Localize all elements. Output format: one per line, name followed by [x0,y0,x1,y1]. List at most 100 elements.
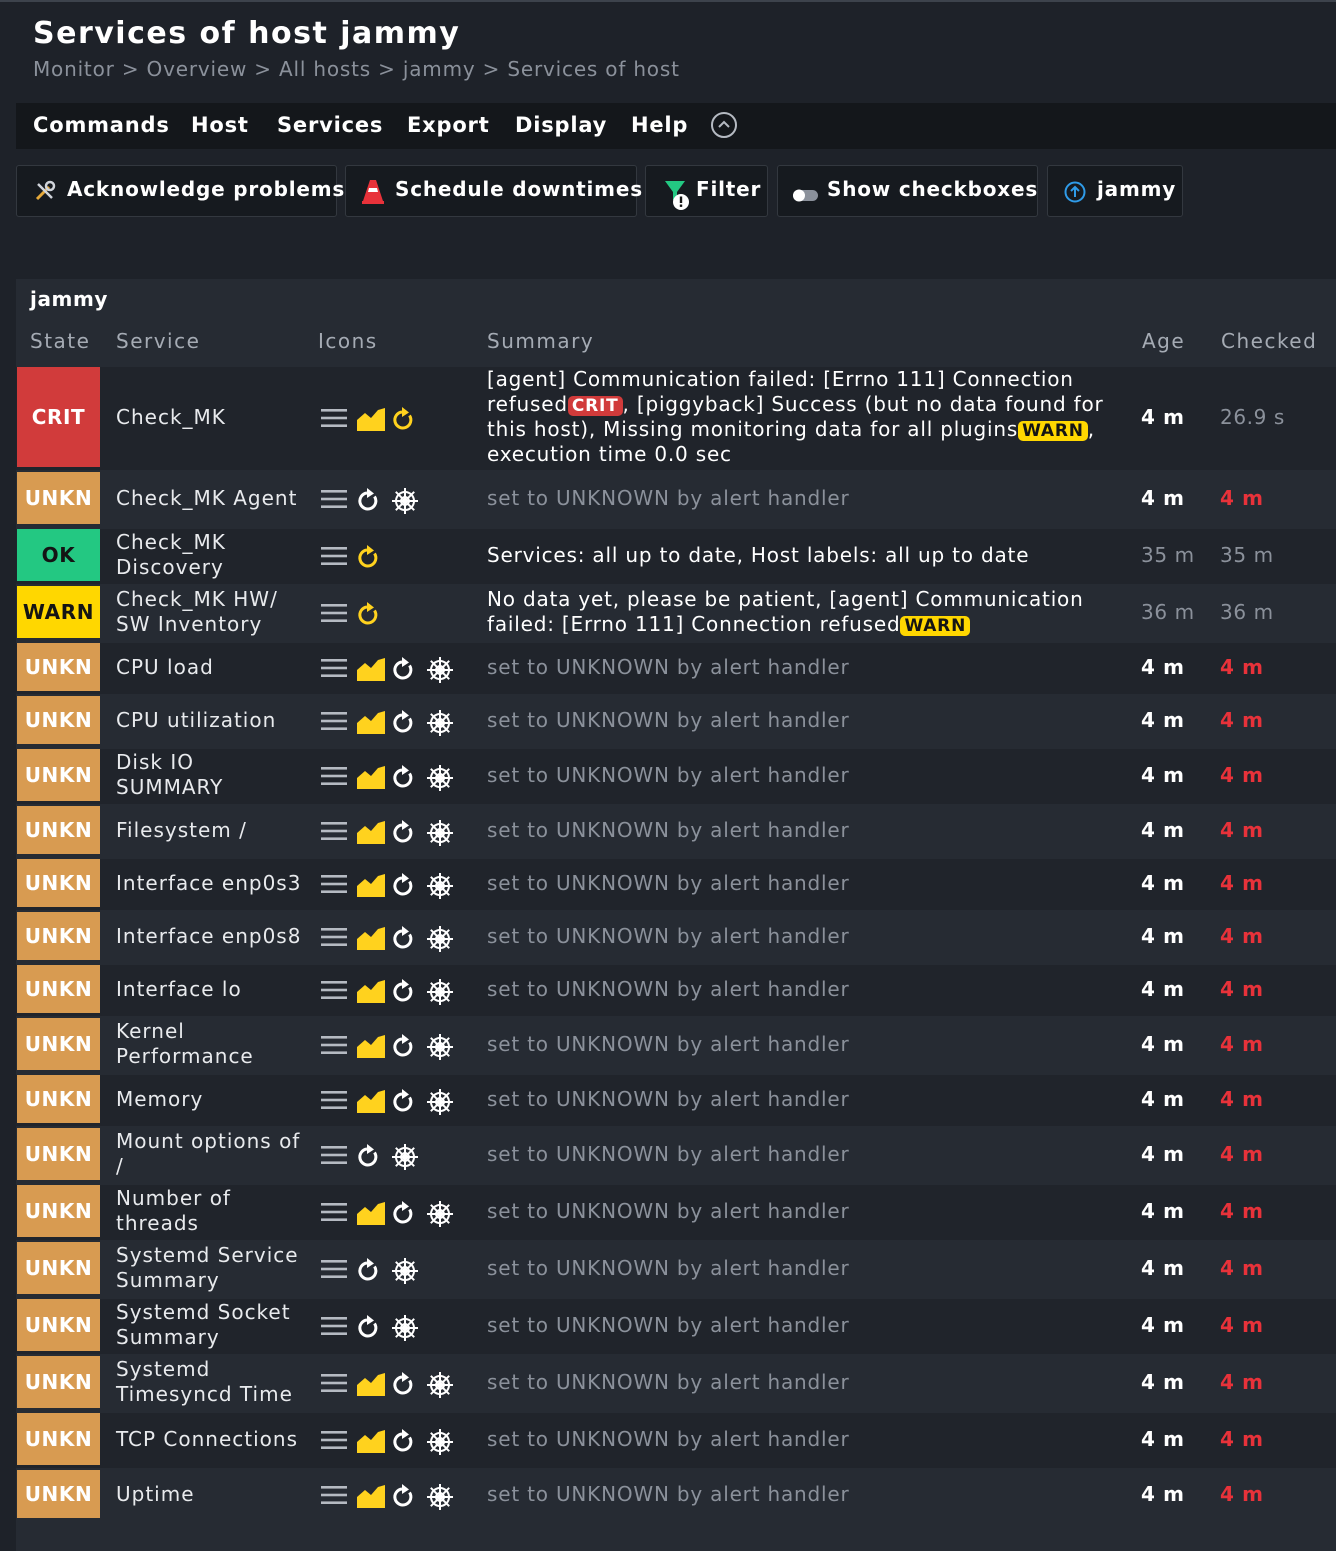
perfgraph-icon[interactable] [356,978,386,1008]
service-name[interactable]: Systemd Socket Summary [116,1300,306,1350]
service-name[interactable]: Interface enp0s8 [116,924,306,949]
reschedule-icon[interactable] [391,1033,415,1063]
menu-icon[interactable] [320,1371,348,1399]
service-name[interactable]: TCP Connections [116,1427,306,1452]
perfgraph-icon[interactable] [356,709,386,739]
reschedule-icon[interactable] [391,406,415,436]
menu-icon[interactable] [320,1257,348,1285]
perfgraph-icon[interactable] [356,1088,386,1118]
schedule-downtimes-button[interactable]: Schedule downtimes [345,165,642,217]
reschedule-icon[interactable] [391,709,415,739]
reschedule-icon[interactable] [356,487,380,517]
table-row[interactable]: UNKN Systemd Timesyncd Time set to UNKNOWN… [16,1356,1336,1411]
table-row[interactable]: UNKN Mount options of / set to UNKNOWN by … [16,1128,1336,1183]
perfgraph-icon[interactable] [356,925,386,955]
header-checked[interactable]: Checked [1221,329,1317,353]
perfgraph-icon[interactable] [356,819,386,849]
perfgraph-icon[interactable] [356,656,386,686]
menu-export[interactable]: Export [407,103,490,149]
perfgraph-icon[interactable] [356,406,386,436]
service-name[interactable]: Systemd Service Summary [116,1243,306,1293]
menu-icon[interactable] [320,1428,348,1456]
table-row[interactable]: UNKN CPU load set to UNKNOWN by alert hand… [16,643,1336,694]
table-row[interactable]: WARN Check_MK HW/ SW Inventory No data yet… [16,586,1336,641]
menu-services[interactable]: Services [277,103,383,149]
menu-icon[interactable] [320,819,348,847]
reschedule-icon[interactable] [391,819,415,849]
service-name[interactable]: Mount options of / [116,1129,306,1179]
table-row[interactable]: UNKN Disk IO SUMMARY set to UNKNOWN by ale… [16,749,1336,804]
host-group-title[interactable]: jammy [30,287,108,311]
menu-icon[interactable] [320,978,348,1006]
service-name[interactable]: CPU utilization [116,708,306,733]
table-row[interactable]: UNKN CPU utilization set to UNKNOWN by ale… [16,696,1336,747]
menu-icon[interactable] [320,1483,348,1511]
filter-button[interactable]: Filter [645,165,768,217]
perfgraph-icon[interactable] [356,1428,386,1458]
service-name[interactable]: CPU load [116,655,306,680]
menu-icon[interactable] [320,1143,348,1171]
table-row[interactable]: UNKN Interface enp0s3 set to UNKNOWN by al… [16,859,1336,910]
reschedule-icon[interactable] [356,1257,380,1287]
header-age[interactable]: Age [1142,329,1185,353]
reschedule-icon[interactable] [391,764,415,794]
service-name[interactable]: Number of threads [116,1186,306,1236]
header-service[interactable]: Service [116,329,200,353]
show-checkboxes-button[interactable]: Show checkboxes [777,165,1038,217]
reschedule-icon[interactable] [356,1143,380,1173]
header-summary[interactable]: Summary [487,329,594,353]
perfgraph-icon[interactable] [356,764,386,794]
reschedule-icon[interactable] [391,1371,415,1401]
table-row[interactable]: UNKN TCP Connections set to UNKNOWN by ale… [16,1413,1336,1468]
perfgraph-icon[interactable] [356,1371,386,1401]
acknowledge-problems-button[interactable]: Acknowledge problems [16,165,344,217]
service-name[interactable]: Interface enp0s3 [116,871,306,896]
table-row[interactable]: UNKN Uptime set to UNKNOWN by alert handle… [16,1470,1336,1521]
table-row[interactable]: UNKN Memory set to UNKNOWN by alert handle… [16,1075,1336,1126]
service-name[interactable]: Kernel Performance [116,1019,306,1069]
reschedule-icon[interactable] [391,1428,415,1458]
service-name[interactable]: Interface lo [116,977,306,1002]
table-row[interactable]: UNKN Systemd Socket Summary set to UNKNOWN… [16,1299,1336,1354]
reschedule-icon[interactable] [391,656,415,686]
breadcrumb-host[interactable]: jammy [403,57,476,81]
menu-host[interactable]: Host [191,103,249,149]
breadcrumb-all-hosts[interactable]: All hosts [279,57,371,81]
reschedule-icon[interactable] [391,925,415,955]
reschedule-icon[interactable] [356,544,380,574]
menu-icon[interactable] [320,656,348,684]
menu-icon[interactable] [320,925,348,953]
service-name[interactable]: Filesystem / [116,818,306,843]
reschedule-icon[interactable] [391,1088,415,1118]
service-name[interactable]: Check_MK [116,405,306,430]
menu-icon[interactable] [320,1314,348,1342]
table-row[interactable]: UNKN Interface lo set to UNKNOWN by alert … [16,965,1336,1016]
menu-icon[interactable] [320,1033,348,1061]
menu-icon[interactable] [320,601,348,629]
breadcrumb-monitor[interactable]: Monitor [33,57,115,81]
service-name[interactable]: Memory [116,1087,306,1112]
menu-icon[interactable] [320,544,348,572]
table-row[interactable]: OK Check_MK Discovery Services: all up to … [16,529,1336,584]
service-name[interactable]: Check_MK Discovery [116,530,306,580]
perfgraph-icon[interactable] [356,1033,386,1063]
service-name[interactable]: Check_MK Agent [116,486,306,511]
table-row[interactable]: UNKN Systemd Service Summary set to UNKNOW… [16,1242,1336,1297]
menu-icon[interactable] [320,1200,348,1228]
reschedule-icon[interactable] [391,872,415,902]
menu-help[interactable]: Help [631,103,688,149]
table-row[interactable]: UNKN Check_MK Agent set to UNKNOWN by aler… [16,472,1336,527]
table-row[interactable]: UNKN Kernel Performance set to UNKNOWN by … [16,1018,1336,1073]
menu-icon[interactable] [320,406,348,434]
reschedule-icon[interactable] [391,1200,415,1230]
perfgraph-icon[interactable] [356,1483,386,1513]
menu-icon[interactable] [320,1088,348,1116]
perfgraph-icon[interactable] [356,872,386,902]
menu-icon[interactable] [320,709,348,737]
service-name[interactable]: Disk IO SUMMARY [116,750,306,800]
menu-commands[interactable]: Commands [33,103,170,149]
table-row[interactable]: UNKN Filesystem / set to UNKNOWN by alert … [16,806,1336,857]
collapse-menu-icon[interactable] [711,112,737,138]
table-row[interactable]: CRIT Check_MK [agent] Communication failed… [16,367,1336,470]
reschedule-icon[interactable] [391,1483,415,1513]
